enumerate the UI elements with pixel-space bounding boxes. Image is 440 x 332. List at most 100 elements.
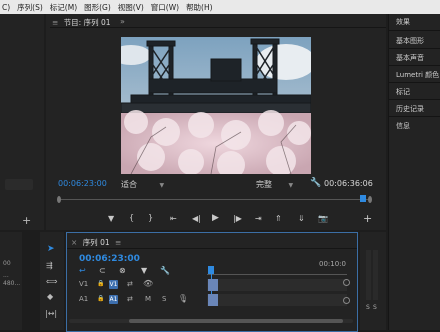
panel-separator <box>389 82 440 83</box>
menu-bar: C) 序列(S) 标记(M) 图形(G) 视图(V) 窗口(W) 帮助(H) <box>0 0 440 14</box>
linked-selection-icon[interactable]: ⊗ <box>119 266 126 275</box>
timeline-close-icon[interactable]: × <box>71 238 77 247</box>
menu-item-help[interactable]: 帮助(H) <box>186 2 213 13</box>
panel-item-info[interactable]: 信息 <box>396 121 410 131</box>
a1-target-button[interactable]: A1 <box>109 295 118 304</box>
panel-separator <box>389 65 440 66</box>
panel-separator <box>389 116 440 117</box>
menu-item-graphics[interactable]: 图形(G) <box>84 2 111 13</box>
menu-item-clip[interactable]: C) <box>2 3 10 12</box>
audio-meter-solo-right[interactable]: S <box>373 304 377 311</box>
mark-in-icon[interactable]: { <box>129 213 134 222</box>
panel-item-lumetri-color[interactable]: Lumetri 颜色 <box>396 70 439 80</box>
v1-sync-icon[interactable]: ⇄ <box>127 280 133 288</box>
timeline-tab-label: 序列 01 <box>82 238 110 247</box>
a1-mute-button[interactable]: M <box>145 295 151 303</box>
export-frame-icon[interactable]: 📷 <box>318 214 328 223</box>
v1-clip[interactable] <box>208 279 218 291</box>
timeline-tab[interactable]: × 序列 01 ≡ <box>71 237 121 248</box>
add-marker-timeline-icon[interactable]: ▼ <box>141 266 147 275</box>
tab-overflow-icon[interactable]: » <box>120 17 125 26</box>
panel-item-markers[interactable]: 标记 <box>396 87 410 97</box>
bridge-blossom-image <box>121 37 311 174</box>
scrubber-out-handle[interactable] <box>368 196 372 203</box>
scrubber-track <box>58 199 370 200</box>
track-scroll-handle-top[interactable] <box>343 279 350 286</box>
panel-item-essential-graphics[interactable]: 基本图形 <box>396 36 424 46</box>
program-add-button[interactable]: + <box>363 212 372 225</box>
timeline-tab-divider <box>67 248 357 249</box>
a1-solo-button[interactable]: S <box>162 295 166 303</box>
slip-tool-icon[interactable]: |↔| <box>45 309 57 318</box>
right-panel-list: 效果 基本图形 基本声音 Lumetri 颜色 标记 历史记录 信息 <box>388 14 440 330</box>
step-back-icon[interactable]: ◀| <box>192 214 201 223</box>
quality-select-chevron-icon: ▼ <box>288 182 294 189</box>
go-to-in-icon[interactable]: ⇤ <box>170 214 177 223</box>
tab-menu-glyph: ≡ <box>52 18 59 27</box>
track-select-tool-icon[interactable]: ⇶ <box>46 261 53 270</box>
scrubber-in-handle[interactable] <box>57 196 61 203</box>
panel-item-history[interactable]: 历史记录 <box>396 104 424 114</box>
timeline-timecode[interactable]: 00:06:23:00 <box>79 254 140 264</box>
v1-lock-icon[interactable]: 🔒 <box>97 280 104 287</box>
tools-panel: ➤ ⇶ ⟺ ◆ |↔| <box>40 232 64 330</box>
quality-select[interactable]: 完整 ▼ <box>256 179 293 190</box>
panel-item-essential-sound[interactable]: 基本声音 <box>396 53 424 63</box>
lift-icon[interactable]: ⇑ <box>275 214 282 223</box>
v1-eye-icon[interactable]: 👁 <box>143 279 153 288</box>
a1-sync-icon[interactable]: ⇄ <box>127 295 133 303</box>
program-duration: 00:06:36:06 <box>324 179 373 188</box>
program-timecode[interactable]: 00:06:23:00 <box>58 179 107 188</box>
audio-meter-right <box>373 250 378 300</box>
a1-lock-icon[interactable]: 🔒 <box>97 295 104 302</box>
go-to-out-icon[interactable]: ⇥ <box>255 214 262 223</box>
menu-item-markers[interactable]: 标记(M) <box>50 2 77 13</box>
timeline-tab-menu-glyph: ≡ <box>115 238 122 247</box>
mark-out-icon[interactable]: } <box>148 213 153 222</box>
timeline-settings-icon[interactable]: 🔧 <box>160 266 170 275</box>
track-scroll-handle-bottom[interactable] <box>343 297 350 304</box>
razor-tool-icon[interactable]: ◆ <box>47 292 53 301</box>
program-monitor-tab-label: 节目: 序列 01 <box>63 18 111 27</box>
video-track-v1[interactable] <box>207 279 347 291</box>
audio-track-header-a1: A1 🔒 A1 ⇄ M S 🎙 <box>77 294 207 306</box>
panel-item-effects[interactable]: 效果 <box>396 17 410 27</box>
panel-separator <box>389 48 440 49</box>
bottom-left-label-1: ... <box>3 272 9 279</box>
fit-select[interactable]: 适合 ▼ <box>121 179 164 190</box>
v1-source-label[interactable]: V1 <box>79 280 88 288</box>
menu-item-sequence[interactable]: 序列(S) <box>17 2 43 13</box>
left-add-button[interactable]: + <box>22 214 31 227</box>
bottom-left-label-0: 00 <box>3 260 11 267</box>
step-forward-icon[interactable]: |▶ <box>233 214 242 223</box>
tab-divider <box>50 27 386 28</box>
bottom-left-panel: 00 ... 480... <box>0 232 22 330</box>
scrubber-playhead[interactable] <box>360 195 366 202</box>
fit-select-value: 适合 <box>121 180 137 189</box>
a1-microphone-icon[interactable]: 🎙 <box>178 294 188 303</box>
snap-icon[interactable]: ⊂ <box>99 266 106 275</box>
audio-track-a1[interactable] <box>207 294 347 306</box>
a1-source-label[interactable]: A1 <box>79 295 88 303</box>
extract-icon[interactable]: ⇓ <box>298 214 305 223</box>
add-marker-icon[interactable]: ▼ <box>108 214 114 223</box>
panel-separator <box>389 30 440 31</box>
timeline-scroll-thumb[interactable] <box>129 319 343 323</box>
quality-select-value: 完整 <box>256 180 272 189</box>
ripple-edit-tool-icon[interactable]: ⟺ <box>46 277 57 286</box>
nest-toggle-icon[interactable]: ↩ <box>79 266 86 275</box>
audio-meter-solo-left[interactable]: S <box>366 304 370 311</box>
video-track-header-v1: V1 🔒 V1 ⇄ 👁 <box>77 279 207 291</box>
menu-item-view[interactable]: 视图(V) <box>118 2 144 13</box>
play-icon[interactable]: ▶ <box>212 213 219 223</box>
menu-item-window[interactable]: 窗口(W) <box>151 2 179 13</box>
selection-tool-icon[interactable]: ➤ <box>47 244 55 254</box>
v1-target-button[interactable]: V1 <box>109 280 118 289</box>
wrench-icon[interactable]: 🔧 <box>310 178 321 188</box>
program-video-frame <box>121 37 311 174</box>
a1-clip[interactable] <box>208 294 218 306</box>
playback-scrubber[interactable] <box>57 195 372 205</box>
left-panel-ghost-button[interactable] <box>5 179 33 190</box>
timeline-ruler[interactable] <box>207 266 347 275</box>
timeline-playhead[interactable] <box>208 266 214 274</box>
